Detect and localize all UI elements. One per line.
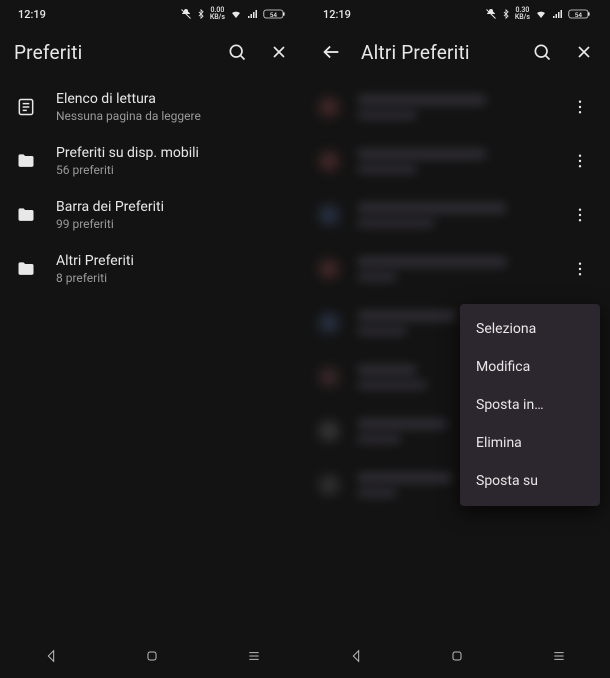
item-subtitle: 56 preferiti: [56, 162, 291, 178]
screen-bookmarks-root: 12:19 0.00KB/s 54 Preferiti Elenco di le…: [0, 0, 305, 678]
favicon-icon: [319, 259, 339, 279]
overflow-button[interactable]: [564, 253, 596, 285]
bookmark-text: [357, 257, 546, 281]
list-item[interactable]: Preferiti su disp. mobili 56 preferiti: [0, 134, 305, 188]
bookmark-text: [357, 95, 546, 119]
menu-item-select[interactable]: Seleziona: [460, 310, 600, 348]
status-bar: 12:19 0.00KB/s 54: [0, 0, 305, 28]
header: Preferiti: [0, 28, 305, 76]
wifi-icon: [229, 8, 243, 20]
bookmark-row[interactable]: [305, 80, 610, 134]
favicon-icon: [319, 421, 339, 441]
signal-icon: [247, 8, 259, 20]
status-icons: 0.00KB/s 54: [180, 7, 287, 21]
nav-recents[interactable]: [234, 641, 274, 671]
battery-icon: 54: [263, 8, 287, 20]
item-subtitle: 99 preferiti: [56, 216, 291, 232]
favicon-icon: [319, 205, 339, 225]
nav-home[interactable]: [132, 641, 172, 671]
bluetooth-icon: [196, 8, 206, 20]
close-button[interactable]: [566, 34, 602, 70]
mute-icon: [180, 8, 192, 20]
folder-icon: [14, 203, 38, 227]
item-subtitle: Nessuna pagina da leggere: [56, 108, 291, 124]
menu-item-edit[interactable]: Modifica: [460, 348, 600, 386]
overflow-button[interactable]: [564, 145, 596, 177]
system-nav: [305, 634, 610, 678]
nav-back[interactable]: [336, 641, 376, 671]
search-button[interactable]: [219, 34, 255, 70]
folder-icon: [14, 257, 38, 281]
list-item[interactable]: Elenco di lettura Nessuna pagina da legg…: [0, 80, 305, 134]
item-subtitle: 8 preferiti: [56, 270, 291, 286]
page-title: Preferiti: [8, 41, 213, 64]
item-title: Barra dei Preferiti: [56, 198, 291, 216]
close-button[interactable]: [261, 34, 297, 70]
signal-icon: [552, 8, 564, 20]
list-item[interactable]: Altri Preferiti 8 preferiti: [0, 242, 305, 296]
favicon-icon: [319, 475, 339, 495]
bookmark-text: [357, 149, 546, 173]
status-icons: 0.30KB/s 54: [485, 7, 592, 21]
menu-item-delete[interactable]: Elimina: [460, 424, 600, 462]
bluetooth-icon: [501, 8, 511, 20]
overflow-button[interactable]: [564, 199, 596, 231]
header: Altri Preferiti: [305, 28, 610, 76]
data-icon: 0.30KB/s: [515, 7, 530, 21]
context-menu: Seleziona Modifica Sposta in… Elimina Sp…: [460, 304, 600, 506]
overflow-button[interactable]: [564, 91, 596, 123]
bookmark-text: [357, 203, 546, 227]
item-title: Preferiti su disp. mobili: [56, 144, 291, 162]
page-title: Altri Preferiti: [355, 41, 518, 64]
bookmark-row[interactable]: [305, 188, 610, 242]
item-title: Elenco di lettura: [56, 90, 291, 108]
bookmark-row[interactable]: [305, 134, 610, 188]
search-button[interactable]: [524, 34, 560, 70]
menu-item-moveto[interactable]: Sposta in…: [460, 386, 600, 424]
svg-text:54: 54: [575, 11, 583, 19]
item-title: Altri Preferiti: [56, 252, 291, 270]
favicon-icon: [319, 367, 339, 387]
wifi-icon: [534, 8, 548, 20]
system-nav: [0, 634, 305, 678]
nav-back[interactable]: [31, 641, 71, 671]
favicon-icon: [319, 151, 339, 171]
folder-icon: [14, 149, 38, 173]
status-bar: 12:19 0.30KB/s 54: [305, 0, 610, 28]
back-button[interactable]: [313, 34, 349, 70]
data-icon: 0.00KB/s: [210, 7, 225, 21]
menu-item-moveup[interactable]: Sposta su: [460, 462, 600, 500]
nav-recents[interactable]: [539, 641, 579, 671]
screen-bookmarks-folder: 12:19 0.30KB/s 54 Altri Preferiti Selezi…: [305, 0, 610, 678]
bookmark-folder-list: Elenco di lettura Nessuna pagina da legg…: [0, 76, 305, 634]
favicon-icon: [319, 313, 339, 333]
svg-text:54: 54: [270, 11, 278, 19]
status-time: 12:19: [18, 8, 46, 21]
mute-icon: [485, 8, 497, 20]
list-item[interactable]: Barra dei Preferiti 99 preferiti: [0, 188, 305, 242]
bookmark-row[interactable]: [305, 242, 610, 296]
favicon-icon: [319, 97, 339, 117]
status-time: 12:19: [323, 8, 351, 21]
reading-list-icon: [14, 95, 38, 119]
nav-home[interactable]: [437, 641, 477, 671]
battery-icon: 54: [568, 8, 592, 20]
